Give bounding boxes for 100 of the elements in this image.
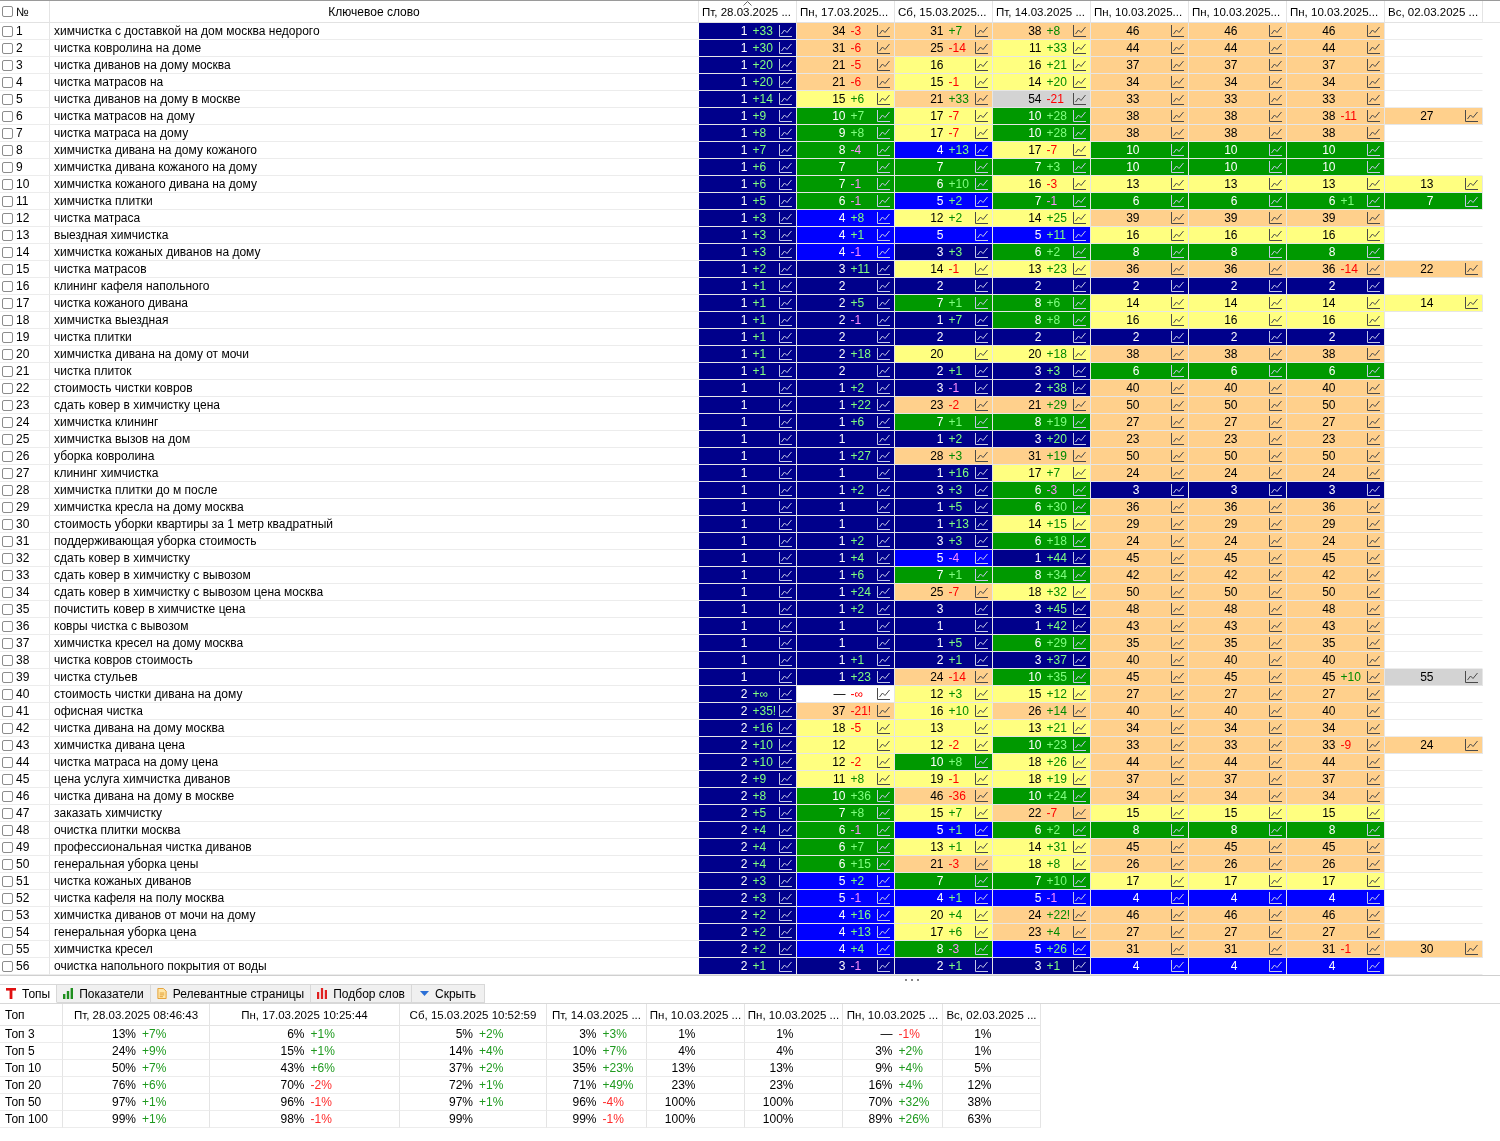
line-chart-icon[interactable] <box>1171 552 1184 564</box>
row-checkbox[interactable] <box>2 637 13 649</box>
row-checkbox[interactable] <box>2 59 13 71</box>
row-checkbox[interactable] <box>2 858 13 870</box>
line-chart-icon[interactable] <box>1367 858 1380 870</box>
line-chart-icon[interactable] <box>975 25 988 37</box>
row-checkbox[interactable] <box>2 297 13 309</box>
line-chart-icon[interactable] <box>1269 926 1282 938</box>
line-chart-icon[interactable] <box>1171 841 1184 853</box>
line-chart-icon[interactable] <box>1367 569 1380 581</box>
tab[interactable]: Показатели <box>57 984 151 1003</box>
line-chart-icon[interactable] <box>1269 501 1282 513</box>
line-chart-icon[interactable] <box>1171 586 1184 598</box>
line-chart-icon[interactable] <box>1171 399 1184 411</box>
row-checkbox[interactable] <box>2 756 13 768</box>
line-chart-icon[interactable] <box>1465 739 1478 751</box>
row-checkbox[interactable] <box>2 501 13 513</box>
line-chart-icon[interactable] <box>1269 858 1282 870</box>
row-checkbox[interactable] <box>2 348 13 360</box>
line-chart-icon[interactable] <box>975 926 988 938</box>
line-chart-icon[interactable] <box>1269 297 1282 309</box>
line-chart-icon[interactable] <box>877 739 890 751</box>
line-chart-icon[interactable] <box>975 450 988 462</box>
select-all-checkbox[interactable] <box>2 6 13 17</box>
line-chart-icon[interactable] <box>1465 943 1478 955</box>
line-chart-icon[interactable] <box>1367 212 1380 224</box>
line-chart-icon[interactable] <box>877 773 890 785</box>
column-header[interactable]: Пн, 10.03.2025... <box>1189 1 1287 22</box>
row-checkbox[interactable] <box>2 671 13 683</box>
row-checkbox[interactable] <box>2 535 13 547</box>
row-checkbox[interactable] <box>2 654 13 666</box>
row-checkbox[interactable] <box>2 807 13 819</box>
line-chart-icon[interactable] <box>1367 926 1380 938</box>
line-chart-icon[interactable] <box>1367 501 1380 513</box>
line-chart-icon[interactable] <box>975 790 988 802</box>
column-header[interactable]: Пт, 28.03.2025 08:46:43 <box>73 1007 199 1022</box>
row-checkbox[interactable] <box>2 212 13 224</box>
line-chart-icon[interactable] <box>1367 348 1380 360</box>
row-checkbox[interactable] <box>2 841 13 853</box>
column-header[interactable]: Пн, 17.03.2025 10:25:44 <box>241 1007 368 1022</box>
row-checkbox[interactable] <box>2 399 13 411</box>
line-chart-icon[interactable] <box>1367 705 1380 717</box>
line-chart-icon[interactable] <box>975 671 988 683</box>
line-chart-icon[interactable] <box>1171 654 1184 666</box>
line-chart-icon[interactable] <box>975 93 988 105</box>
line-chart-icon[interactable] <box>1171 739 1184 751</box>
line-chart-icon[interactable] <box>1073 450 1086 462</box>
line-chart-icon[interactable] <box>1367 467 1380 479</box>
row-checkbox[interactable] <box>2 110 13 122</box>
line-chart-icon[interactable] <box>1171 416 1184 428</box>
line-chart-icon[interactable] <box>1367 25 1380 37</box>
line-chart-icon[interactable] <box>1367 943 1380 955</box>
line-chart-icon[interactable] <box>1269 875 1282 887</box>
line-chart-icon[interactable] <box>1171 569 1184 581</box>
line-chart-icon[interactable] <box>1465 178 1478 190</box>
line-chart-icon[interactable] <box>877 722 890 734</box>
line-chart-icon[interactable] <box>975 739 988 751</box>
row-checkbox[interactable] <box>2 620 13 632</box>
line-chart-icon[interactable] <box>975 263 988 275</box>
column-header[interactable]: Пн, 10.03.2025 ... <box>747 1007 840 1022</box>
line-chart-icon[interactable] <box>975 76 988 88</box>
line-chart-icon[interactable] <box>1073 399 1086 411</box>
line-chart-icon[interactable] <box>1171 229 1184 241</box>
line-chart-icon[interactable] <box>1269 586 1282 598</box>
row-checkbox[interactable] <box>2 484 13 496</box>
line-chart-icon[interactable] <box>1367 314 1380 326</box>
line-chart-icon[interactable] <box>975 688 988 700</box>
line-chart-icon[interactable] <box>1367 59 1380 71</box>
line-chart-icon[interactable] <box>1269 212 1282 224</box>
row-checkbox[interactable] <box>2 722 13 734</box>
line-chart-icon[interactable] <box>877 76 890 88</box>
line-chart-icon[interactable] <box>1073 263 1086 275</box>
line-chart-icon[interactable] <box>1269 25 1282 37</box>
line-chart-icon[interactable] <box>1073 858 1086 870</box>
row-checkbox[interactable] <box>2 960 13 972</box>
line-chart-icon[interactable] <box>975 42 988 54</box>
line-chart-icon[interactable] <box>1269 841 1282 853</box>
line-chart-icon[interactable] <box>1171 926 1184 938</box>
row-checkbox[interactable] <box>2 229 13 241</box>
line-chart-icon[interactable] <box>1073 178 1086 190</box>
line-chart-icon[interactable] <box>1367 263 1380 275</box>
line-chart-icon[interactable] <box>1269 467 1282 479</box>
line-chart-icon[interactable] <box>1367 688 1380 700</box>
line-chart-icon[interactable] <box>1171 671 1184 683</box>
row-checkbox[interactable] <box>2 314 13 326</box>
line-chart-icon[interactable] <box>1171 603 1184 615</box>
hide-button[interactable]: Скрыть <box>412 984 485 1003</box>
column-header[interactable]: № <box>16 4 29 19</box>
line-chart-icon[interactable] <box>1073 705 1086 717</box>
column-header[interactable]: Пн, 10.03.2025 ... <box>649 1007 742 1022</box>
line-chart-icon[interactable] <box>1171 42 1184 54</box>
line-chart-icon[interactable] <box>1465 263 1478 275</box>
line-chart-icon[interactable] <box>1171 858 1184 870</box>
line-chart-icon[interactable] <box>877 688 890 700</box>
line-chart-icon[interactable] <box>1073 93 1086 105</box>
line-chart-icon[interactable] <box>1367 127 1380 139</box>
line-chart-icon[interactable] <box>1367 433 1380 445</box>
row-checkbox[interactable] <box>2 246 13 258</box>
row-checkbox[interactable] <box>2 518 13 530</box>
line-chart-icon[interactable] <box>1465 110 1478 122</box>
